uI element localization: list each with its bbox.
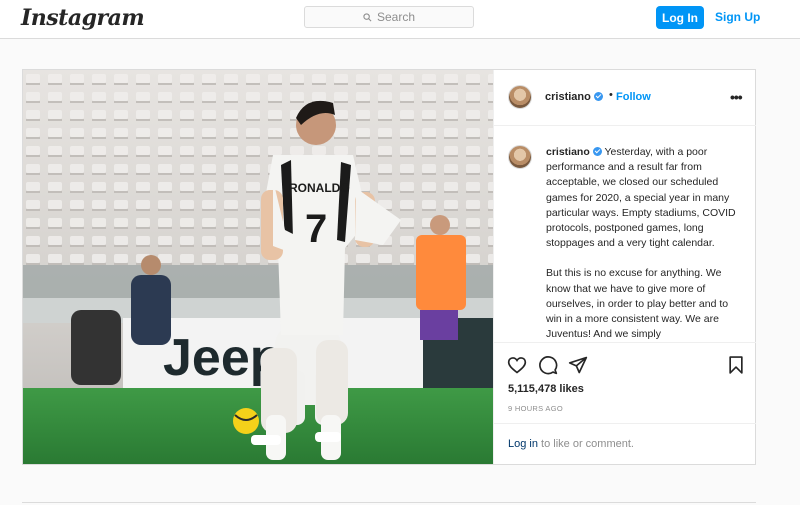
top-navigation-bar: Instagram Search Log In Sign Up [0, 0, 800, 39]
divider [22, 502, 756, 503]
post-card: Jeep RONALDO 7 cristiano • Follow ••• cr… [22, 69, 756, 465]
post-caption: cristiano Yesterday, with a poor perform… [546, 145, 746, 342]
share-icon[interactable] [568, 355, 588, 375]
post-photo[interactable]: Jeep RONALDO 7 [23, 70, 493, 464]
jersey-number: 7 [305, 207, 327, 251]
comment-icon[interactable] [538, 355, 558, 375]
login-button[interactable]: Log In [656, 6, 704, 29]
caption-username[interactable]: cristiano [546, 146, 590, 158]
post-photo-illustration: Jeep RONALDO 7 [23, 70, 493, 464]
login-prompt: Log in to like or comment. [494, 423, 756, 465]
separator-dot: • [609, 89, 613, 101]
instagram-logo[interactable]: Instagram [21, 5, 145, 31]
post-username[interactable]: cristiano [545, 91, 603, 103]
heart-icon[interactable] [507, 355, 527, 375]
more-options-icon[interactable]: ••• [730, 89, 743, 105]
jersey-name: RONALDO [289, 181, 350, 195]
signup-link[interactable]: Sign Up [715, 10, 760, 24]
username-text[interactable]: cristiano [545, 91, 591, 103]
search-input[interactable]: Search [304, 6, 474, 28]
caption-paragraph-1: Yesterday, with a poor performance and a… [546, 146, 736, 250]
avatar[interactable] [508, 85, 532, 109]
post-header: cristiano • Follow ••• [494, 70, 756, 126]
search-icon [363, 12, 372, 21]
login-prompt-text: to like or comment. [537, 438, 634, 450]
login-link[interactable]: Log in [508, 438, 538, 450]
bookmark-icon[interactable] [726, 355, 746, 375]
search-placeholder: Search [376, 10, 416, 24]
caption-paragraph-2: But this is no excuse for anything. We k… [546, 267, 729, 341]
verified-icon [592, 147, 602, 156]
avatar[interactable] [508, 145, 532, 169]
post-timestamp[interactable]: 9 HOURS AGO [508, 404, 563, 413]
caption-section: cristiano Yesterday, with a poor perform… [494, 127, 756, 342]
verified-icon [593, 92, 603, 101]
like-count[interactable]: 5,115,478 likes [508, 383, 584, 395]
post-actions: 5,115,478 likes 9 HOURS AGO Log in to li… [494, 342, 756, 464]
follow-button[interactable]: Follow [616, 91, 651, 103]
post-sidebar: cristiano • Follow ••• cristiano Yesterd… [493, 70, 756, 464]
